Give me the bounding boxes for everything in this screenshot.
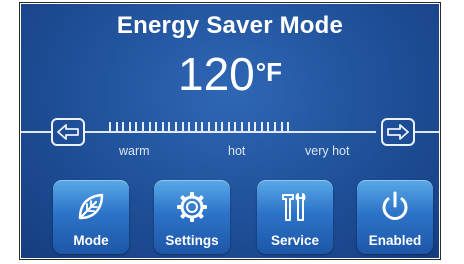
- level-tick: [260, 122, 263, 131]
- slider-label-hot: hot: [228, 144, 246, 158]
- level-tick: [122, 122, 125, 131]
- service-button-label: Service: [270, 233, 320, 248]
- page-title: Energy Saver Mode: [116, 12, 344, 39]
- level-tick: [267, 122, 270, 131]
- power-icon: [382, 191, 408, 220]
- service-button[interactable]: Service: [257, 180, 333, 254]
- temperature-value: 120: [177, 48, 255, 100]
- level-tick: [155, 122, 158, 131]
- temperature-unit: °F: [255, 57, 283, 87]
- level-tick: [135, 122, 138, 131]
- tools-icon: [282, 193, 306, 221]
- settings-button[interactable]: Settings: [154, 180, 230, 254]
- level-tick: [142, 122, 144, 131]
- level-tick: [247, 122, 250, 131]
- level-tick: [214, 122, 217, 131]
- level-tick: [194, 122, 197, 131]
- mode-button[interactable]: Mode: [53, 180, 129, 254]
- gear-icon: [177, 192, 207, 222]
- arrow-right-icon: [387, 124, 409, 140]
- level-tick: [234, 122, 237, 131]
- mode-button-label: Mode: [73, 233, 109, 248]
- settings-button-label: Settings: [165, 233, 219, 248]
- level-tick: [148, 122, 151, 131]
- leaf-icon: [78, 193, 104, 220]
- level-tick: [287, 122, 290, 131]
- level-tick: [221, 122, 224, 131]
- level-tick: [241, 122, 243, 131]
- level-tick: [201, 122, 204, 131]
- slider-track: [85, 131, 376, 133]
- increase-temp-button[interactable]: [381, 118, 415, 146]
- level-tick: [161, 122, 164, 131]
- control-screen: Energy Saver Mode 120°F warm hot very ho…: [21, 4, 439, 258]
- level-tick: [208, 122, 210, 131]
- level-tick: [128, 122, 131, 131]
- level-tick: [188, 122, 191, 131]
- level-tick: [109, 122, 111, 131]
- enabled-button[interactable]: Enabled: [357, 180, 433, 254]
- level-tick: [280, 122, 283, 131]
- level-tick: [181, 122, 184, 131]
- level-tick: [115, 122, 118, 131]
- level-tick: [168, 122, 171, 131]
- level-tick: [227, 122, 230, 131]
- level-tick: [274, 122, 276, 131]
- decrease-temp-button[interactable]: [51, 118, 85, 146]
- arrow-left-icon: [57, 124, 79, 140]
- level-tick: [254, 122, 257, 131]
- slider-label-warm: warm: [119, 144, 150, 158]
- enabled-button-label: Enabled: [368, 233, 422, 248]
- temperature-readout: 120°F: [21, 50, 439, 98]
- level-tick: [175, 122, 177, 131]
- slider-line-right: [415, 131, 439, 133]
- slider-label-very-hot: very hot: [305, 144, 350, 158]
- slider-line-left: [21, 131, 51, 133]
